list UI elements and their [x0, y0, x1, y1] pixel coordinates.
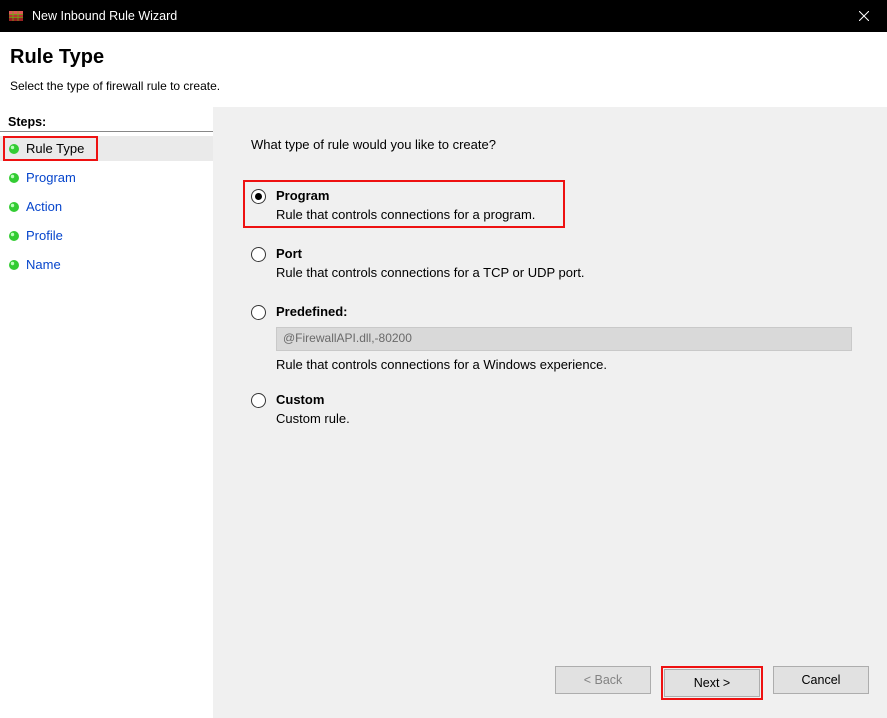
step-label: Profile [26, 228, 63, 243]
option-title: Port [276, 246, 869, 261]
step-profile[interactable]: Profile [0, 223, 213, 248]
step-bullet-icon [8, 172, 20, 184]
step-bullet-icon [8, 230, 20, 242]
option-desc: Rule that controls connections for a Win… [276, 357, 869, 372]
steps-list: Rule Type Program Action Profile [0, 136, 213, 277]
option-body: Port Rule that controls connections for … [276, 246, 869, 280]
step-bullet-icon [8, 201, 20, 213]
main-panel: What type of rule would you like to crea… [213, 107, 887, 718]
wizard-body: Steps: Rule Type Program Action [0, 107, 887, 718]
option-program[interactable]: Program Rule that controls connections f… [251, 188, 869, 222]
rule-type-question: What type of rule would you like to crea… [251, 137, 869, 152]
option-desc: Custom rule. [276, 411, 869, 426]
firewall-icon [8, 8, 24, 24]
option-predefined[interactable]: Predefined: @FirewallAPI.dll,-80200 Rule… [251, 304, 869, 372]
step-bullet-icon [8, 259, 20, 271]
steps-heading: Steps: [0, 113, 213, 132]
back-button[interactable]: < Back [555, 666, 651, 694]
option-body: Program Rule that controls connections f… [276, 188, 869, 222]
page-title: Rule Type [10, 46, 877, 69]
option-desc: Rule that controls connections for a pro… [276, 207, 869, 222]
step-label: Program [26, 170, 76, 185]
option-body: Predefined: @FirewallAPI.dll,-80200 Rule… [276, 304, 869, 372]
radio-port[interactable] [251, 247, 266, 262]
window-title: New Inbound Rule Wizard [32, 9, 841, 23]
radio-program[interactable] [251, 189, 266, 204]
option-desc: Rule that controls connections for a TCP… [276, 265, 869, 280]
close-button[interactable] [841, 0, 887, 32]
step-bullet-icon [8, 143, 20, 155]
page-subtitle: Select the type of firewall rule to crea… [10, 79, 877, 93]
wizard-header: Rule Type Select the type of firewall ru… [0, 32, 887, 107]
radio-predefined[interactable] [251, 305, 266, 320]
predefined-dropdown[interactable]: @FirewallAPI.dll,-80200 [276, 327, 852, 351]
step-label: Action [26, 199, 62, 214]
titlebar: New Inbound Rule Wizard [0, 0, 887, 32]
button-bar: < Back Next > Cancel [555, 666, 869, 700]
step-name[interactable]: Name [0, 252, 213, 277]
option-body: Custom Custom rule. [276, 392, 869, 426]
cancel-button[interactable]: Cancel [773, 666, 869, 694]
option-title: Program [276, 188, 869, 203]
option-title: Custom [276, 392, 869, 407]
next-button[interactable]: Next > [664, 669, 760, 697]
highlight-box: Next > [661, 666, 763, 700]
radio-custom[interactable] [251, 393, 266, 408]
steps-sidebar: Steps: Rule Type Program Action [0, 107, 213, 718]
option-custom[interactable]: Custom Custom rule. [251, 392, 869, 426]
close-icon [859, 11, 869, 21]
step-rule-type[interactable]: Rule Type [0, 136, 213, 161]
step-action[interactable]: Action [0, 194, 213, 219]
step-program[interactable]: Program [0, 165, 213, 190]
option-port[interactable]: Port Rule that controls connections for … [251, 246, 869, 280]
option-title: Predefined: [276, 304, 869, 319]
step-label: Rule Type [26, 141, 84, 156]
step-label: Name [26, 257, 61, 272]
